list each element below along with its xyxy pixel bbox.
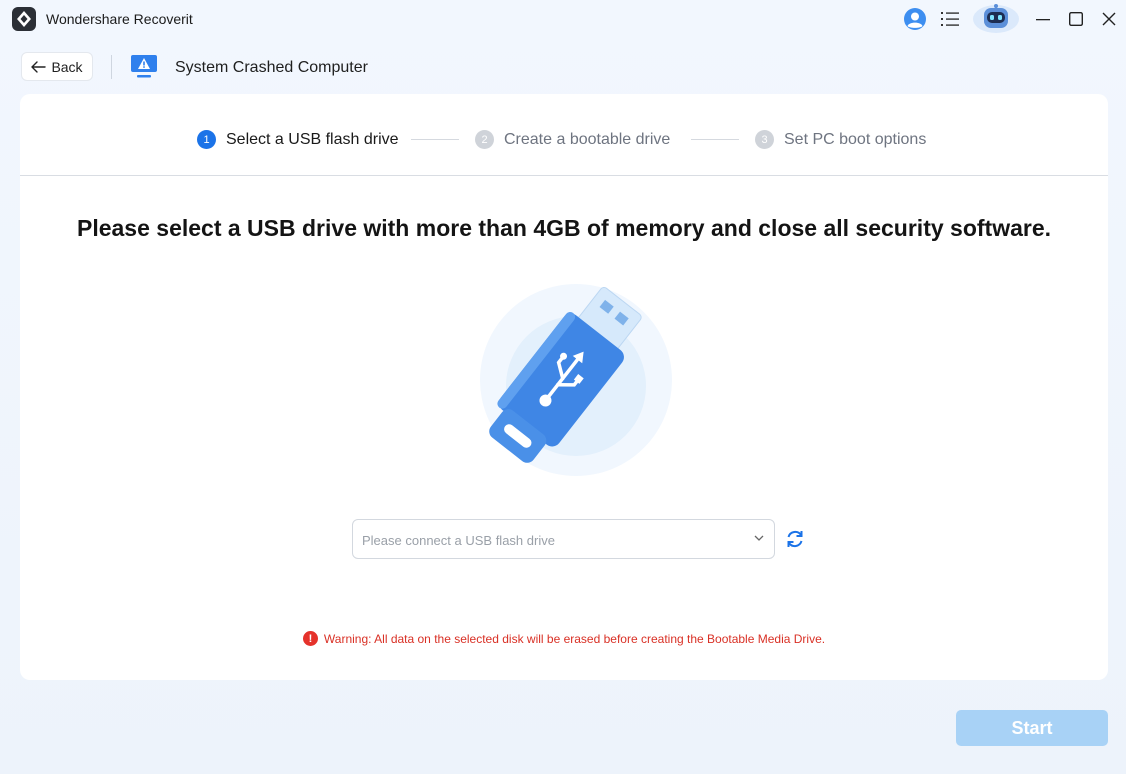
- step-3-number: 3: [755, 130, 774, 149]
- user-icon[interactable]: [902, 6, 928, 32]
- close-icon[interactable]: [1096, 6, 1122, 32]
- step-3: 3 Set PC boot options: [755, 130, 926, 149]
- erase-warning: ! Warning: All data on the selected disk…: [20, 631, 1108, 646]
- start-button-label: Start: [1011, 717, 1053, 738]
- usb-drive-dropdown-placeholder: Please connect a USB flash drive: [362, 533, 555, 548]
- instruction-headline: Please select a USB drive with more than…: [76, 215, 1052, 241]
- warning-text: Warning: All data on the selected disk w…: [323, 631, 826, 646]
- minimize-icon[interactable]: [1030, 6, 1056, 32]
- step-2-number: 2: [475, 130, 494, 149]
- back-button[interactable]: Back: [21, 52, 93, 81]
- start-button[interactable]: Start: [956, 710, 1108, 746]
- title-bar: Wondershare Recoverit: [0, 0, 1126, 38]
- stepper: 1 Select a USB flash drive 2 Create a bo…: [20, 94, 1108, 176]
- step-2: 2 Create a bootable drive: [475, 130, 670, 149]
- step-connector: [691, 139, 739, 140]
- maximize-icon[interactable]: [1063, 6, 1089, 32]
- usb-drive-illustration: [460, 274, 680, 484]
- page-title: System Crashed Computer: [175, 59, 368, 76]
- crashed-computer-icon: [130, 53, 158, 79]
- step-connector: [411, 139, 459, 140]
- app-title: Wondershare Recoverit: [46, 11, 193, 27]
- menu-icon[interactable]: [937, 6, 963, 32]
- refresh-icon[interactable]: [784, 528, 806, 550]
- step-2-label: Create a bootable drive: [504, 130, 671, 148]
- header-divider: [111, 55, 112, 79]
- robot-assistant-icon[interactable]: [972, 2, 1020, 34]
- step-1-label: Select a USB flash drive: [226, 130, 399, 148]
- chevron-down-icon: [754, 535, 764, 541]
- warning-icon: !: [302, 631, 318, 646]
- app-window: Wondershare Recoverit Back System Crashe…: [0, 0, 1126, 774]
- usb-drive-dropdown[interactable]: Please connect a USB flash drive: [352, 519, 775, 559]
- arrow-left-icon: [31, 60, 47, 73]
- step-3-label: Set PC boot options: [784, 130, 927, 148]
- step-1-number: 1: [197, 130, 216, 149]
- app-logo-icon: [12, 7, 36, 31]
- back-button-label: Back: [51, 58, 83, 75]
- step-1: 1 Select a USB flash drive: [197, 130, 399, 149]
- main-card: 1 Select a USB flash drive 2 Create a bo…: [20, 94, 1108, 680]
